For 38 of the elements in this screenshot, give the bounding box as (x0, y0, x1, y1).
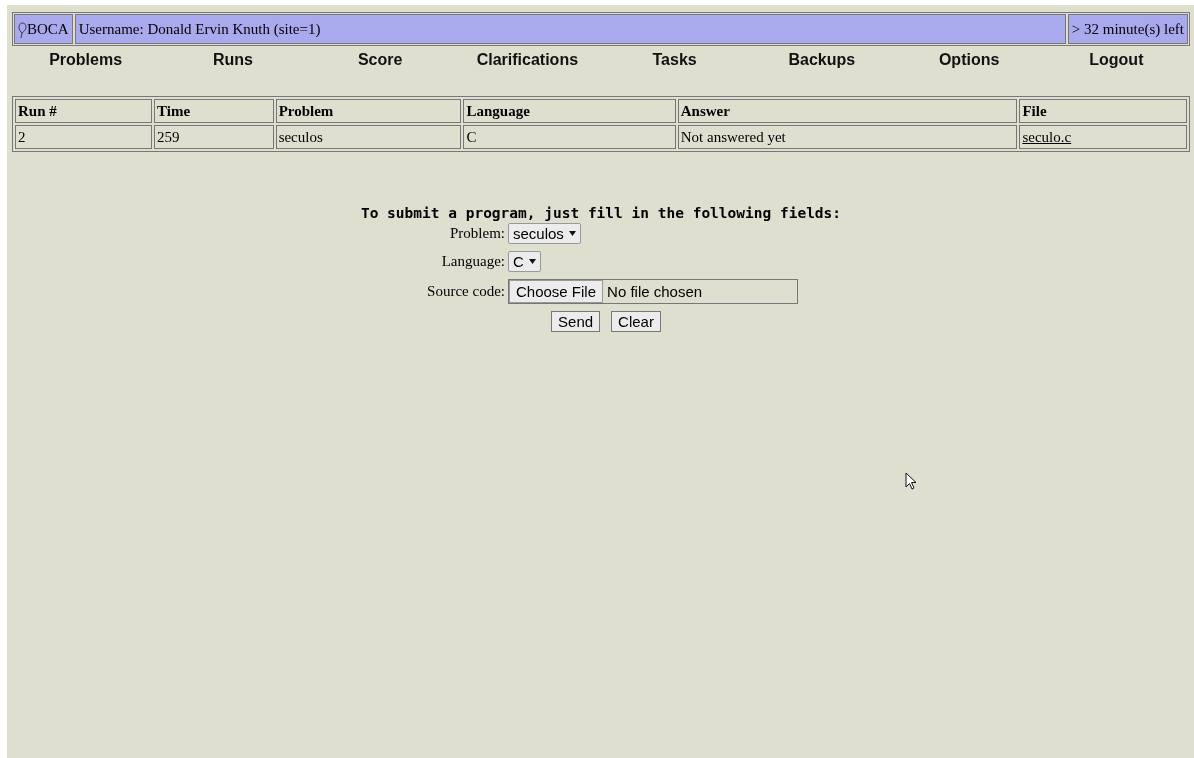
table-cell: seculos (275, 125, 462, 149)
column-header: Language (463, 99, 676, 123)
file-link[interactable]: seculo.c (1022, 129, 1072, 145)
table-cell: 259 (154, 125, 274, 149)
form-button[interactable]: Send (551, 311, 601, 332)
nav-link[interactable]: Logout (1042, 50, 1190, 70)
table-cell: Not answered yet (677, 125, 1018, 149)
nav-link[interactable]: Clarifications (453, 50, 601, 70)
language-label: Language: (440, 253, 505, 270)
form-button[interactable]: Clear (611, 311, 661, 332)
balloon-icon (18, 22, 27, 39)
language-dropdown[interactable]: C (508, 251, 541, 272)
problem-label: Problem: (449, 225, 505, 242)
nav-link[interactable]: Runs (159, 50, 307, 70)
form-heading: To submit a program, just fill in the following fields: (360, 205, 842, 221)
column-header: Answer (677, 99, 1018, 123)
file-status: No file chosen (606, 283, 703, 300)
table-cell: C (463, 125, 676, 149)
file-field[interactable]: Choose File No file chosen (508, 279, 798, 304)
nav-link[interactable]: Tasks (601, 50, 749, 70)
mouse-cursor-icon (905, 472, 917, 491)
nav-link[interactable]: Options (895, 50, 1043, 70)
column-header: Time (154, 99, 274, 123)
nav-link[interactable]: Score (306, 50, 454, 70)
caret-icon (568, 231, 576, 236)
time-left-label: > 32 minute(s) left (1067, 14, 1188, 44)
logo-text: BOCA (27, 20, 69, 39)
nav-link[interactable]: Problems (12, 50, 160, 70)
nav-link[interactable]: Backups (748, 50, 896, 70)
choose-file-button[interactable]: Choose File (509, 280, 604, 303)
column-header: Problem (275, 99, 462, 123)
username-label: Username: Donald Ervin Knuth (site=1) (74, 14, 1066, 44)
source-code-label: Source code: (426, 283, 505, 300)
table-cell: 2 (15, 125, 153, 149)
column-header: Run # (15, 99, 153, 123)
problem-dropdown[interactable]: seculos (508, 223, 581, 244)
column-header: File (1019, 99, 1187, 123)
caret-icon (528, 259, 536, 264)
